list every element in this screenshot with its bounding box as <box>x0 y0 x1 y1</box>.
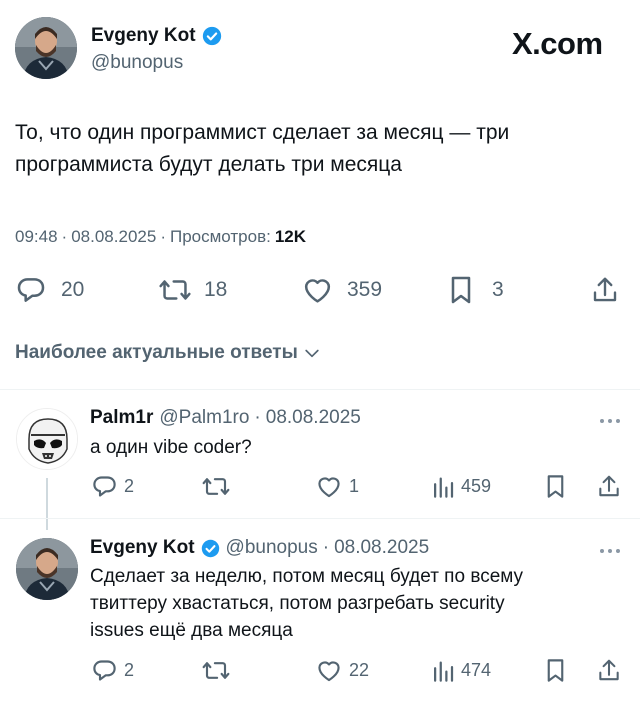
tweet-text: То, что один программист сделает за меся… <box>15 117 509 181</box>
bookmark-icon <box>543 657 568 684</box>
share-icon <box>590 274 620 306</box>
tweet-date[interactable]: 08.08.2025 <box>71 227 156 247</box>
tweet-meta: 09:48 · 08.08.2025 · Просмотров: 12K <box>15 227 307 247</box>
author-avatar[interactable] <box>15 17 77 79</box>
like-icon <box>315 473 343 500</box>
bookmark-button[interactable] <box>543 473 568 500</box>
like-count: 359 <box>347 278 383 301</box>
views-button[interactable]: 459 <box>431 473 491 500</box>
reply-button[interactable]: 2 <box>91 473 134 500</box>
views-icon <box>431 657 455 684</box>
like-icon <box>315 657 343 684</box>
share-icon <box>596 657 622 684</box>
reply-count: 2 <box>124 476 135 496</box>
views-count: 12K <box>274 227 307 246</box>
more-icon[interactable] <box>598 543 622 561</box>
verified-icon <box>201 539 220 558</box>
author-handle[interactable]: @bunopus <box>91 52 183 74</box>
reply-author-name[interactable]: Evgeny Kot <box>90 537 195 559</box>
reply-header: Evgeny Kot @bunopus · 08.08.2025 <box>90 537 430 559</box>
reply-date[interactable]: 08.08.2025 <box>266 407 361 429</box>
verified-icon <box>202 26 222 46</box>
reply-text-line: твиттеру хвастаться, потом разгребать se… <box>90 593 505 614</box>
share-button[interactable] <box>596 657 622 684</box>
reply-author-handle[interactable]: @bunopus <box>226 537 318 559</box>
replies-sort-dropdown[interactable]: Наиболее актуальные ответы <box>15 342 322 364</box>
reply-text: а один vibe coder? <box>90 437 252 458</box>
views-count: 474 <box>461 660 492 680</box>
reply-button[interactable]: 2 <box>91 657 134 684</box>
thread-line <box>46 478 48 530</box>
reply-icon <box>15 274 47 306</box>
share-button[interactable] <box>590 274 620 306</box>
share-button[interactable] <box>596 473 622 500</box>
repost-count: 18 <box>204 278 228 301</box>
bookmark-button[interactable]: 3 <box>446 274 504 306</box>
tweet-text-line: То, что один программист сделает за меся… <box>15 121 510 144</box>
author-name[interactable]: Evgeny Kot <box>91 25 196 47</box>
bookmark-count: 3 <box>492 278 504 301</box>
replies-sort-label: Наиболее актуальные ответы <box>15 342 298 363</box>
reply-avatar[interactable] <box>16 538 78 600</box>
like-button[interactable]: 22 <box>315 657 369 684</box>
reply-author-name[interactable]: Palm1r <box>90 407 153 429</box>
reply-author-handle[interactable]: @Palm1ro <box>159 407 249 429</box>
bookmark-icon <box>543 473 568 500</box>
reply-text: Сделает за неделю, потом месяц будет по … <box>90 563 523 644</box>
section-divider <box>0 389 640 390</box>
repost-button[interactable] <box>201 657 231 684</box>
reply-count: 2 <box>124 660 135 680</box>
like-count: 22 <box>349 660 370 680</box>
reply-avatar[interactable] <box>16 408 78 470</box>
reply-count: 20 <box>61 278 85 301</box>
share-icon <box>596 473 622 500</box>
views-count: 459 <box>461 476 492 496</box>
more-icon[interactable] <box>598 413 622 431</box>
x-logo: X.com <box>512 26 603 61</box>
reply-icon <box>91 473 118 500</box>
reply-text-line: Сделает за неделю, потом месяц будет по … <box>90 566 524 587</box>
chevron-down-icon <box>302 343 322 363</box>
reply-icon <box>91 657 118 684</box>
like-button[interactable]: 359 <box>301 274 382 306</box>
views-button[interactable]: 474 <box>431 657 491 684</box>
repost-icon <box>201 473 231 500</box>
like-count: 1 <box>349 476 360 496</box>
tweet-time[interactable]: 09:48 <box>15 227 58 247</box>
repost-button[interactable]: 18 <box>158 274 227 306</box>
reply-date[interactable]: 08.08.2025 <box>334 537 429 559</box>
tweet-text-line: программиста будут делать три месяца <box>15 153 402 176</box>
bookmark-icon <box>446 274 476 306</box>
repost-icon <box>201 657 231 684</box>
views-icon <box>431 473 455 500</box>
reply-text-line: issues ещё два месяца <box>90 620 293 641</box>
reply-button[interactable]: 20 <box>15 274 84 306</box>
reply-divider <box>0 518 640 519</box>
repost-button[interactable] <box>201 473 231 500</box>
views-label: Просмотров: <box>169 227 271 246</box>
like-button[interactable]: 1 <box>315 473 359 500</box>
repost-icon <box>158 274 192 306</box>
bookmark-button[interactable] <box>543 657 568 684</box>
like-icon <box>301 274 334 306</box>
reply-header: Palm1r @Palm1ro · 08.08.2025 <box>90 407 361 429</box>
